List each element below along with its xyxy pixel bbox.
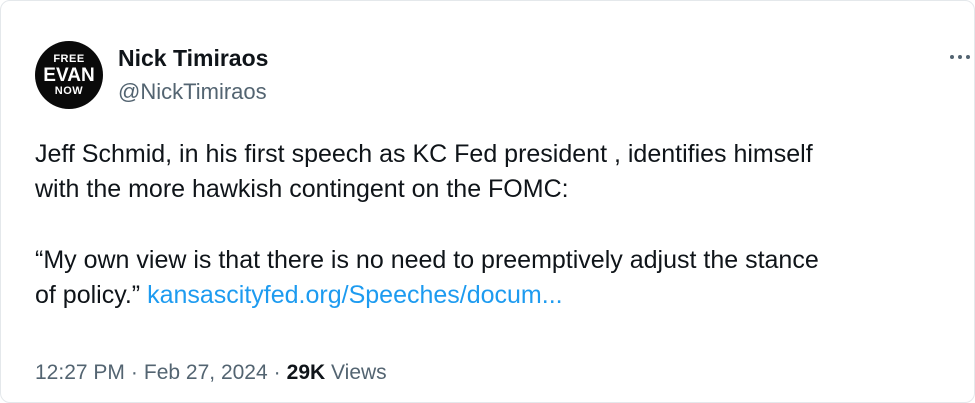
meta-separator: · (130, 361, 138, 384)
tweet-card: FREE EVAN NOW Nick Timiraos @NickTimirao… (0, 0, 975, 403)
tweet-link[interactable]: kansascityfed.org/Speeches/docum... (147, 281, 563, 309)
more-horizontal-icon (948, 55, 972, 59)
tweet-text-line: with the more hawkish contingent on the … (35, 175, 569, 203)
tweet-text: Jeff Schmid, in his first speech as KC F… (35, 137, 965, 313)
avatar[interactable]: FREE EVAN NOW (35, 41, 103, 109)
more-options-button[interactable] (945, 45, 974, 69)
tweet-meta: 12:27 PM · Feb 27, 2024 · 29K Views (35, 361, 387, 385)
avatar-text-evan: EVAN (43, 64, 95, 86)
avatar-text-now: NOW (54, 84, 84, 97)
tweet-text-fragment: of policy.” (35, 281, 141, 309)
views-label: Views (331, 361, 387, 384)
avatar-text-free: FREE (53, 52, 85, 65)
tweet-text-line-with-link: of policy.” kansascityfed.org/Speeches/d… (35, 278, 965, 313)
author-display-name[interactable]: Nick Timiraos (118, 45, 268, 72)
views-count: 29K (286, 361, 326, 384)
author-handle[interactable]: @NickTimiraos (118, 79, 267, 105)
meta-separator: · (273, 361, 281, 384)
tweet-date[interactable]: Feb 27, 2024 (144, 361, 268, 384)
tweet-text-line: Jeff Schmid, in his first speech as KC F… (35, 140, 813, 168)
tweet-text-line: “My own view is that there is no need to… (35, 246, 819, 274)
tweet-time[interactable]: 12:27 PM (35, 361, 125, 384)
